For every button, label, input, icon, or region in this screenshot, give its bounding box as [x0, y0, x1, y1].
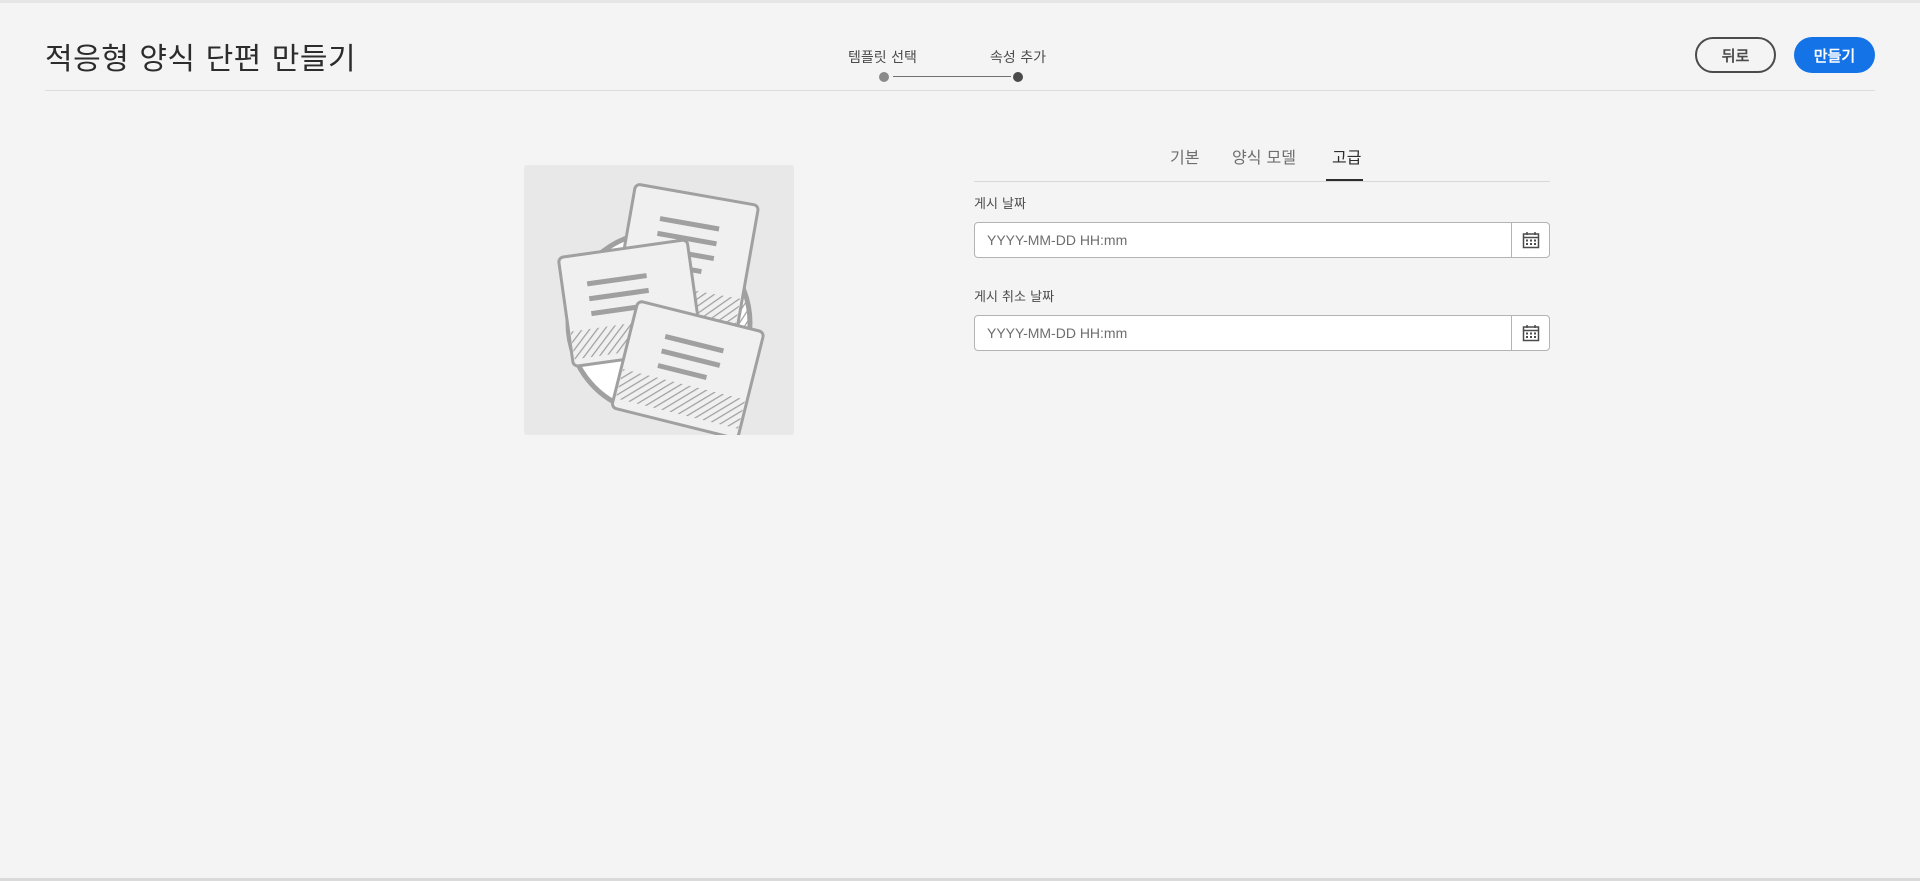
calendar-icon: [1522, 232, 1539, 249]
publish-date-label: 게시 날짜: [974, 197, 1026, 212]
active-tab-indicator: [1326, 179, 1363, 181]
tab-advanced[interactable]: 고급: [1332, 144, 1361, 168]
unpublish-date-label: 게시 취소 날짜: [974, 290, 1055, 305]
page-title: 적응형 양식 단편 만들기: [45, 42, 357, 77]
wizard-step-label-template: 템플릿 선택: [848, 50, 917, 66]
publish-date-calendar-button[interactable]: [1511, 223, 1549, 257]
wizard-step-dot-template: [879, 72, 889, 82]
unpublish-date-field: [974, 315, 1550, 351]
wizard-step-connector: [893, 76, 1011, 77]
wizard-step-dot-properties: [1013, 72, 1023, 82]
unpublish-date-input[interactable]: [975, 316, 1511, 350]
unpublish-date-calendar-button[interactable]: [1511, 316, 1549, 350]
publish-date-field: [974, 222, 1550, 258]
wizard-steps: 템플릿 선택 속성 추가: [830, 44, 1070, 84]
calendar-icon: [1522, 325, 1539, 342]
wizard-step-label-properties: 속성 추가: [990, 50, 1046, 66]
header-divider: [45, 90, 1875, 91]
publish-date-input[interactable]: [975, 223, 1511, 257]
tab-basic[interactable]: 기본: [1170, 144, 1199, 168]
template-preview: [524, 165, 794, 440]
tab-form-model[interactable]: 양식 모델: [1232, 144, 1296, 168]
tabs-divider: [974, 181, 1550, 182]
back-button[interactable]: 뒤로: [1695, 37, 1776, 73]
top-border: [0, 0, 1920, 3]
create-button[interactable]: 만들기: [1794, 37, 1875, 73]
fragment-documents-illustration-icon: [557, 183, 765, 440]
properties-tabs: 기본 양식 모델 고급: [974, 138, 1550, 182]
